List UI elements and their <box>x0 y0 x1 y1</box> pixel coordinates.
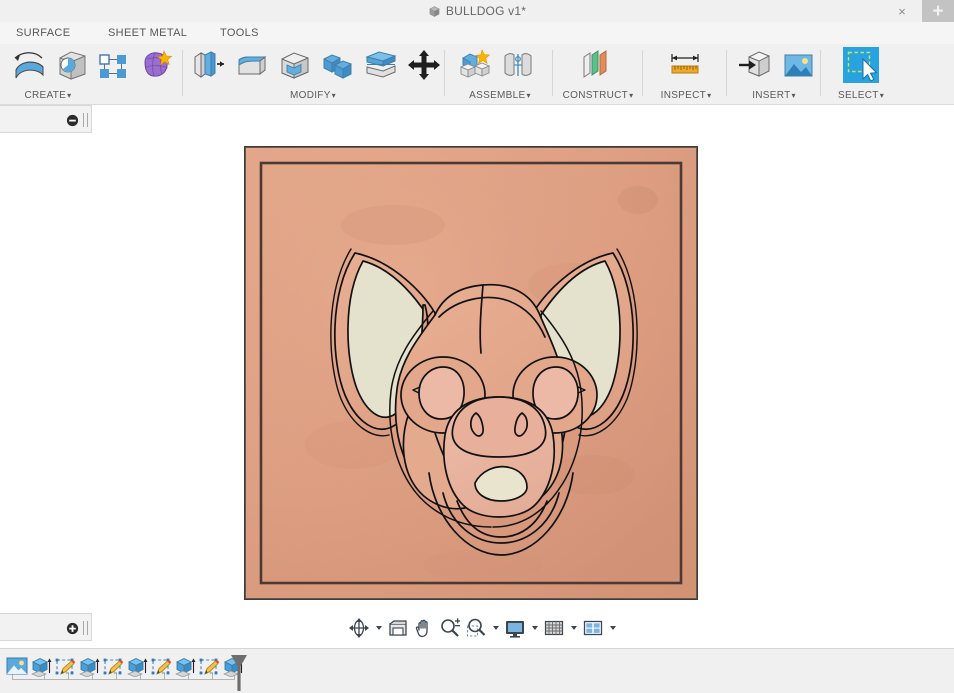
new-tab-label: + <box>932 2 943 21</box>
orbit-icon[interactable] <box>347 616 371 640</box>
create-form-icon[interactable] <box>137 46 175 84</box>
ribbon-label-text: CONSTRUCT <box>563 90 628 101</box>
ribbon-label-text: CREATE <box>25 90 67 101</box>
ribbon-label-text: INSPECT <box>661 90 706 101</box>
chevron-down-icon[interactable] <box>376 626 382 630</box>
ribbon-label-construct[interactable]: CONSTRUCT▾ <box>560 90 636 101</box>
timeline-playhead-marker[interactable] <box>228 653 250 691</box>
bulldog-relief-model[interactable] <box>243 145 703 613</box>
timeline-node-sketch[interactable] <box>102 657 124 681</box>
comments-panel-header[interactable] <box>0 613 92 641</box>
navigation-bar <box>347 615 618 641</box>
panel-resize-grip[interactable] <box>83 621 88 635</box>
cube-icon <box>428 5 441 18</box>
timeline-node-canvas[interactable] <box>6 657 28 681</box>
ribbon-label-create[interactable]: CREATE▾ <box>8 90 88 101</box>
tab-strip: SURFACE SHEET METAL TOOLS <box>0 22 954 44</box>
ribbon-group-construct: CONSTRUCT▾ <box>560 44 636 104</box>
select-window-icon[interactable] <box>842 46 880 84</box>
ribbon-separator <box>726 50 727 96</box>
ribbon-separator <box>642 50 643 96</box>
ribbon-label-assemble[interactable]: ASSEMBLE▾ <box>452 90 548 101</box>
joint-icon[interactable] <box>499 46 537 84</box>
ribbon-separator <box>820 50 821 96</box>
revolve-surface-icon[interactable] <box>53 46 91 84</box>
title-bar-center: BULLDOG v1* <box>0 0 954 22</box>
ribbon-label-text: MODIFY <box>290 90 331 101</box>
browser-panel-header[interactable] <box>0 105 92 133</box>
display-settings-icon[interactable] <box>503 616 527 640</box>
timeline-node-extrude[interactable] <box>30 657 52 681</box>
new-tab-button[interactable]: + <box>922 0 954 22</box>
fillet-icon[interactable] <box>233 46 271 84</box>
ribbon-label-text: INSERT <box>752 90 790 101</box>
press-pull-icon[interactable] <box>190 46 228 84</box>
ribbon-label-modify[interactable]: MODIFY▾ <box>248 90 378 101</box>
chevron-down-icon[interactable] <box>532 626 538 630</box>
ribbon-separator <box>444 50 445 96</box>
timeline-node-extrude[interactable] <box>78 657 100 681</box>
timeline-node-extrude[interactable] <box>126 657 148 681</box>
new-component-icon[interactable] <box>456 46 494 84</box>
window-title: BULLDOG v1* <box>446 4 526 18</box>
timeline <box>0 648 954 693</box>
fit-icon[interactable] <box>464 616 488 640</box>
ribbon-label-select[interactable]: SELECT▾ <box>828 90 894 101</box>
ribbon-label-text: SELECT <box>838 90 879 101</box>
pan-icon[interactable] <box>412 616 436 640</box>
timeline-node-sketch[interactable] <box>198 657 220 681</box>
ribbon-group-insert: INSERT▾ <box>734 44 814 104</box>
offset-plane-icon[interactable] <box>578 46 616 84</box>
fusion360-window: BULLDOG v1* × + SURFACE SHEET METAL TOOL… <box>0 0 954 692</box>
move-copy-icon[interactable] <box>405 46 443 84</box>
chevron-down-icon[interactable] <box>571 626 577 630</box>
split-face-icon[interactable] <box>362 46 400 84</box>
tab-sheet-metal[interactable]: SHEET METAL <box>108 22 187 44</box>
collapse-minus-icon[interactable] <box>66 114 79 127</box>
insert-derive-icon[interactable] <box>736 46 774 84</box>
look-at-icon[interactable] <box>386 616 410 640</box>
shell-icon[interactable] <box>276 46 314 84</box>
grid-snap-icon[interactable] <box>542 616 566 640</box>
ribbon-group-sheetmetal <box>92 44 182 104</box>
combine-icon[interactable] <box>319 46 357 84</box>
canvas-image-icon[interactable] <box>779 46 817 84</box>
timeline-node-extrude[interactable] <box>174 657 196 681</box>
viewport-layout-icon[interactable] <box>581 616 605 640</box>
flat-pattern-icon[interactable] <box>94 46 132 84</box>
ribbon-group-select: SELECT▾ <box>828 44 894 104</box>
close-icon[interactable]: × <box>894 3 910 19</box>
ribbon-separator <box>182 50 183 96</box>
tab-surface[interactable]: SURFACE <box>16 22 70 44</box>
timeline-node-sketch[interactable] <box>150 657 172 681</box>
chevron-down-icon[interactable] <box>493 626 499 630</box>
measure-icon[interactable] <box>666 46 704 84</box>
ribbon-group-create: CREATE▾ <box>8 44 88 104</box>
chevron-down-icon[interactable] <box>610 626 616 630</box>
ribbon-group-modify: MODIFY▾ <box>188 44 430 104</box>
zoom-icon[interactable] <box>438 616 462 640</box>
ribbon-toolbar: CREATE▾ <box>0 44 954 105</box>
ribbon-label-insert[interactable]: INSERT▾ <box>734 90 814 101</box>
3d-viewport[interactable] <box>0 105 954 613</box>
ribbon-group-inspect: INSPECT▾ <box>650 44 722 104</box>
expand-plus-icon[interactable] <box>66 622 79 635</box>
title-bar: BULLDOG v1* × + <box>0 0 954 23</box>
timeline-node-sketch[interactable] <box>54 657 76 681</box>
extrude-surface-icon[interactable] <box>10 46 48 84</box>
ribbon-group-assemble: ASSEMBLE▾ <box>452 44 548 104</box>
tab-tools[interactable]: TOOLS <box>220 22 259 44</box>
ribbon-label-inspect[interactable]: INSPECT▾ <box>650 90 722 101</box>
ribbon-separator <box>552 50 553 96</box>
panel-resize-grip[interactable] <box>83 113 88 127</box>
ribbon-label-text: ASSEMBLE <box>469 90 525 101</box>
